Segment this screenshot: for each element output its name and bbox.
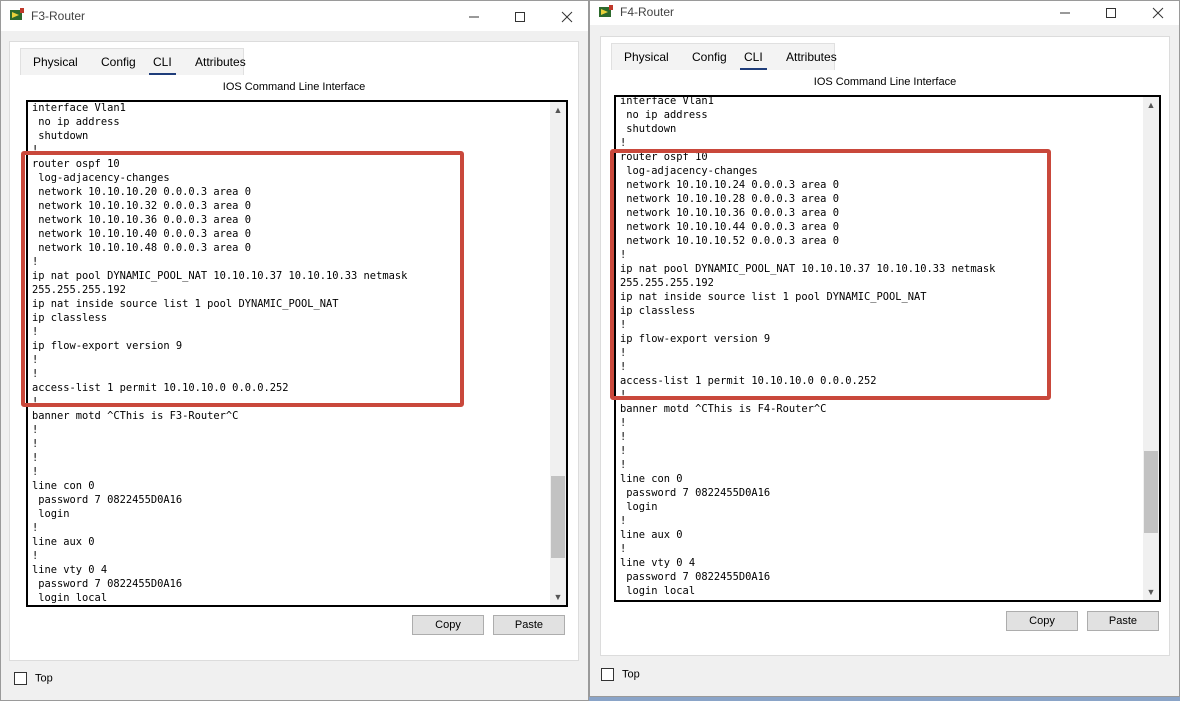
scroll-up-icon[interactable]: ▲: [550, 102, 566, 118]
tab-attributes[interactable]: Attributes: [187, 49, 254, 75]
cli-terminal[interactable]: interface Vlan1 no ip address shutdown !…: [614, 95, 1161, 602]
window-title: F4-Router: [620, 5, 675, 19]
title-bar[interactable]: F4-Router: [590, 1, 1179, 25]
router-window-f4: F4-Router Physical Config CLI Attributes…: [589, 0, 1180, 697]
tab-config[interactable]: Config: [93, 49, 144, 75]
scroll-thumb[interactable]: [1144, 451, 1158, 533]
packet-tracer-router-icon: [9, 7, 25, 23]
minimize-icon[interactable]: [451, 1, 497, 31]
tab-cli[interactable]: CLI: [145, 49, 180, 75]
top-label: Top: [35, 672, 53, 685]
top-checkbox[interactable]: Top: [601, 668, 640, 681]
close-icon[interactable]: [1135, 1, 1179, 25]
packet-tracer-router-icon: [598, 4, 614, 20]
maximize-icon[interactable]: [497, 1, 543, 31]
panel-heading: IOS Command Line Interface: [813, 76, 957, 88]
cli-output: interface Vlan1 no ip address shutdown !…: [32, 102, 408, 604]
device-panel: Physical Config CLI Attributes IOS Comma…: [9, 41, 579, 661]
minimize-icon[interactable]: [1042, 1, 1088, 25]
checkbox-icon[interactable]: [601, 668, 614, 681]
panel-heading: IOS Command Line Interface: [222, 81, 366, 93]
copy-button[interactable]: Copy: [1006, 611, 1078, 631]
tab-bar: Physical Config CLI Attributes: [20, 48, 246, 75]
tab-bar: Physical Config CLI Attributes: [611, 43, 837, 70]
scroll-down-icon[interactable]: ▼: [1143, 584, 1159, 600]
scroll-up-icon[interactable]: ▲: [1143, 97, 1159, 113]
scroll-down-icon[interactable]: ▼: [550, 589, 566, 605]
cli-terminal[interactable]: interface Vlan1 no ip address shutdown !…: [26, 100, 568, 607]
background-taskbar-strip: [589, 697, 1180, 701]
tab-attributes[interactable]: Attributes: [778, 44, 845, 70]
cli-output: interface Vlan1 no ip address shutdown !…: [620, 95, 996, 597]
scroll-thumb[interactable]: [551, 476, 565, 558]
cli-scrollbar[interactable]: ▲ ▼: [1143, 97, 1159, 600]
title-bar[interactable]: F3-Router: [1, 1, 588, 31]
device-panel: Physical Config CLI Attributes IOS Comma…: [600, 36, 1170, 656]
checkbox-icon[interactable]: [14, 672, 27, 685]
top-label: Top: [622, 668, 640, 681]
close-icon[interactable]: [544, 1, 588, 31]
tab-config[interactable]: Config: [684, 44, 735, 70]
copy-button[interactable]: Copy: [412, 615, 484, 635]
tab-physical[interactable]: Physical: [616, 44, 677, 70]
paste-button[interactable]: Paste: [493, 615, 565, 635]
paste-button[interactable]: Paste: [1087, 611, 1159, 631]
maximize-icon[interactable]: [1088, 1, 1134, 25]
top-checkbox[interactable]: Top: [14, 672, 53, 685]
tab-physical[interactable]: Physical: [25, 49, 86, 75]
tab-cli[interactable]: CLI: [736, 44, 771, 70]
window-title: F3-Router: [31, 9, 86, 23]
router-window-f3: F3-Router Physical Config CLI Attributes…: [0, 0, 589, 701]
cli-scrollbar[interactable]: ▲ ▼: [550, 102, 566, 605]
